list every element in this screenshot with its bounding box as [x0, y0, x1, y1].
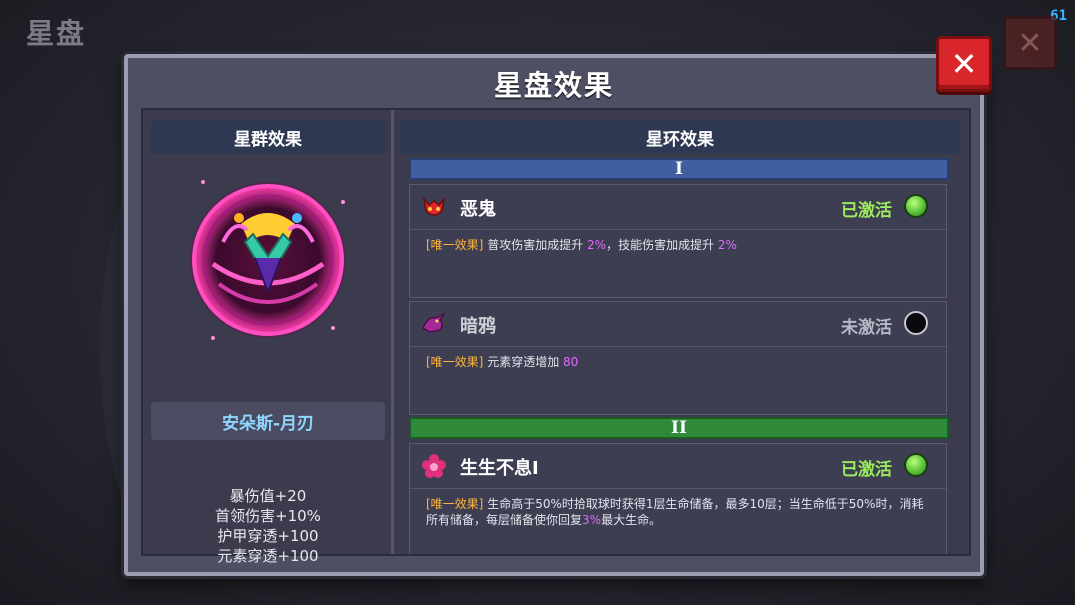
effect-card-header: 暗鸦 未激活 — [410, 302, 946, 347]
effect-card-header: 恶鬼 已激活 — [410, 185, 946, 230]
constellation-effects-header: 星群效果 — [151, 120, 385, 154]
effect-name: 恶鬼 — [460, 199, 496, 220]
background-close-icon: ✕ — [1003, 16, 1057, 70]
panel-title: 星盘效果 — [493, 69, 614, 102]
tier-bar-1: I — [409, 158, 949, 180]
desc-highlight: 3% — [582, 513, 602, 527]
tier-bar-2: II — [409, 417, 949, 439]
stat-line: 护甲穿透+100 — [217, 527, 319, 545]
raven-icon — [422, 312, 447, 333]
effect-status: 已激活 — [841, 460, 892, 480]
ring-effects-header: 星环效果 — [400, 120, 960, 154]
desc-text: 最大生命。 — [601, 513, 662, 527]
unique-effect-tag: [唯一效果] — [426, 355, 484, 369]
stat-line: 首领伤害+10% — [215, 507, 321, 525]
active-orb-icon — [904, 453, 928, 477]
background-screen-title: 星盘 — [26, 17, 87, 50]
effect-card-flower: 生生不息Ⅰ 已激活 [唯一效果] 生命高于50%时拾取球时获得1层生命储备，最多… — [409, 443, 947, 554]
unique-effect-tag: [唯一效果] — [426, 497, 484, 511]
flower-icon — [422, 454, 446, 478]
constellation-name: 安朵斯-月刃 — [151, 402, 385, 440]
effect-name: 生生不息Ⅰ — [460, 458, 539, 479]
effect-status: 未激活 — [841, 318, 892, 338]
effect-card-demon: 恶鬼 已激活 [唯一效果] 普攻伤害加成提升 2%，技能伤害加成提升 2% — [409, 184, 947, 298]
effect-description: [唯一效果] 元素穿透增加 80 — [426, 354, 932, 370]
stat-line: 暴伤值+20 — [229, 487, 307, 505]
constellation-stats: 暴伤值+20 首领伤害+10% 护甲穿透+100 元素穿透+100 — [151, 486, 385, 566]
desc-highlight: 80 — [563, 355, 579, 369]
desc-text: 生命高于50%时拾取球时获得1层生命储备，最多10层；当生命低于50%时，消耗所… — [426, 497, 924, 527]
close-button[interactable]: ✕ — [936, 36, 992, 92]
desc-highlight: 2% — [717, 238, 737, 252]
effect-card-header: 生生不息Ⅰ 已激活 — [410, 444, 946, 489]
close-icon: ✕ — [950, 45, 978, 83]
panel-content: 星群效果 安朵斯-月刃 暴伤值+20 首领伤害+10% 护甲穿透+100 元素穿… — [141, 108, 971, 565]
effect-description: [唯一效果] 生命高于50%时拾取球时获得1层生命储备，最多10层；当生命低于5… — [426, 496, 932, 528]
inactive-orb-icon — [904, 311, 928, 335]
desc-highlight: 2% — [587, 238, 607, 252]
effect-name: 暗鸦 — [460, 316, 496, 337]
unique-effect-tag: [唯一效果] — [426, 238, 484, 252]
active-orb-icon — [904, 194, 928, 218]
effect-description: [唯一效果] 普攻伤害加成提升 2%，技能伤害加成提升 2% — [426, 237, 932, 253]
desc-text: 元素穿透增加 — [487, 355, 564, 369]
effect-status: 已激活 — [841, 201, 892, 221]
desc-text: 普攻伤害加成提升 — [487, 238, 588, 252]
stat-line: 元素穿透+100 — [217, 547, 319, 565]
constellation-emblem-icon — [190, 180, 346, 340]
column-divider — [391, 110, 394, 554]
demon-icon — [422, 196, 446, 216]
desc-text: ，技能伤害加成提升 — [606, 238, 718, 252]
effect-card-raven: 暗鸦 未激活 [唯一效果] 元素穿透增加 80 — [409, 301, 947, 415]
star-chart-effects-panel: 星盘效果 星群效果 安朵斯-月刃 暴伤值+20 首领伤害+10% 护甲穿透+10… — [124, 54, 984, 576]
